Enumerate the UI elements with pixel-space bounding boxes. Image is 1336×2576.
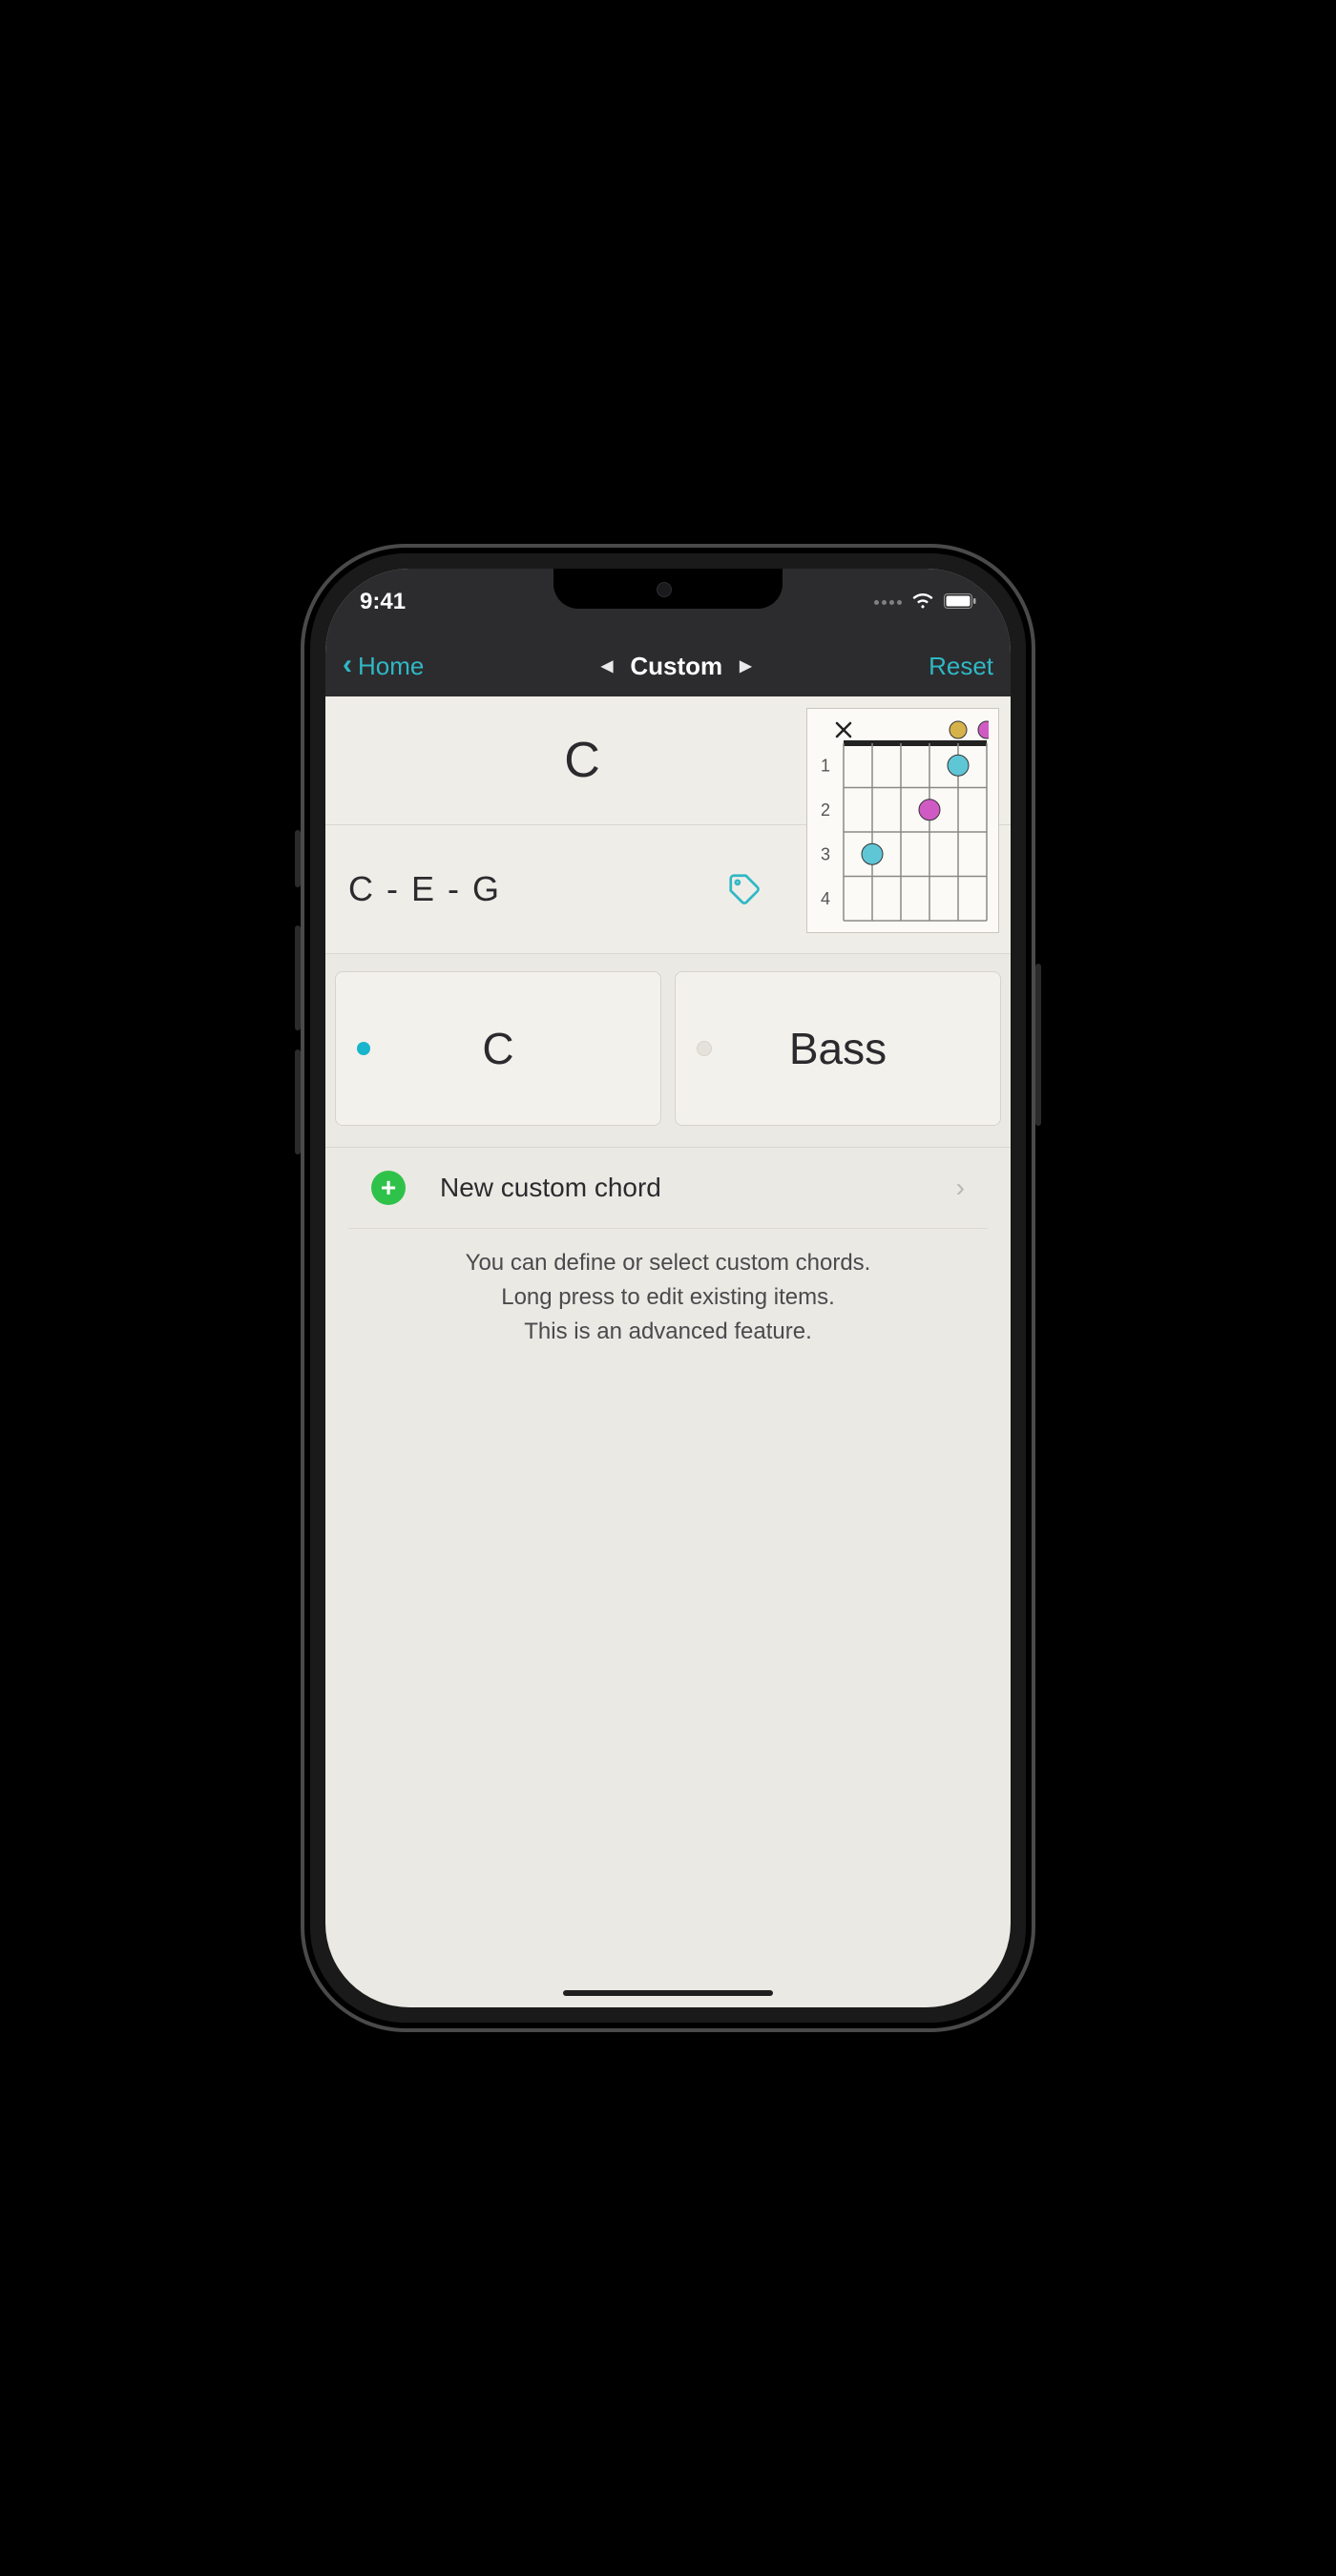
svg-text:1: 1 bbox=[821, 756, 830, 775]
reset-label: Reset bbox=[929, 652, 993, 680]
tag-icon[interactable] bbox=[726, 871, 762, 912]
screen: 9:41 ‹ Home ◀ bbox=[325, 569, 1011, 2007]
side-button bbox=[295, 830, 301, 887]
camera-icon bbox=[657, 582, 672, 597]
bass-label: Bass bbox=[789, 1023, 887, 1074]
hint-line: Long press to edit existing items. bbox=[364, 1280, 972, 1315]
root-selector[interactable]: C bbox=[335, 971, 661, 1126]
plus-icon: + bbox=[371, 1171, 406, 1205]
chevron-left-icon: ‹ bbox=[343, 649, 352, 681]
home-indicator[interactable] bbox=[563, 1990, 773, 1996]
chord-name: C bbox=[564, 732, 772, 789]
selector-row: C Bass bbox=[325, 953, 1011, 1148]
battery-icon bbox=[944, 589, 976, 615]
chevron-right-icon: › bbox=[956, 1173, 965, 1203]
inactive-dot-icon bbox=[697, 1041, 712, 1056]
chord-summary: C C - E - G 1 2 3 4 bbox=[325, 696, 1011, 953]
root-label: C bbox=[482, 1023, 513, 1074]
wifi-icon bbox=[911, 589, 934, 615]
hint-text: You can define or select custom chords. … bbox=[325, 1229, 1011, 1366]
page-title: Custom bbox=[630, 652, 722, 681]
active-dot-icon bbox=[357, 1042, 370, 1055]
side-button bbox=[295, 925, 301, 1030]
chord-diagram[interactable]: 1 2 3 4 bbox=[806, 708, 999, 933]
side-button bbox=[1035, 964, 1041, 1126]
reset-button[interactable]: Reset bbox=[929, 652, 993, 681]
hint-line: You can define or select custom chords. bbox=[364, 1246, 972, 1280]
status-time: 9:41 bbox=[360, 589, 406, 615]
bass-selector[interactable]: Bass bbox=[675, 971, 1001, 1126]
phone-frame: 9:41 ‹ Home ◀ bbox=[301, 544, 1035, 2032]
new-custom-chord-row[interactable]: + New custom chord › bbox=[348, 1148, 988, 1229]
svg-text:3: 3 bbox=[821, 844, 830, 863]
chord-notes: C - E - G bbox=[348, 869, 501, 909]
back-label: Home bbox=[358, 652, 424, 681]
nav-bar: ‹ Home ◀ Custom ▶ Reset bbox=[325, 635, 1011, 696]
svg-text:4: 4 bbox=[821, 889, 830, 908]
hint-line: This is an advanced feature. bbox=[364, 1315, 972, 1349]
side-button bbox=[295, 1049, 301, 1154]
svg-text:2: 2 bbox=[821, 800, 830, 820]
prev-chord-button[interactable]: ◀ bbox=[601, 656, 613, 675]
cellular-icon bbox=[874, 600, 902, 605]
notch bbox=[553, 569, 783, 609]
next-chord-button[interactable]: ▶ bbox=[740, 656, 751, 675]
new-chord-label: New custom chord bbox=[440, 1173, 956, 1203]
back-button[interactable]: ‹ Home bbox=[343, 651, 424, 681]
